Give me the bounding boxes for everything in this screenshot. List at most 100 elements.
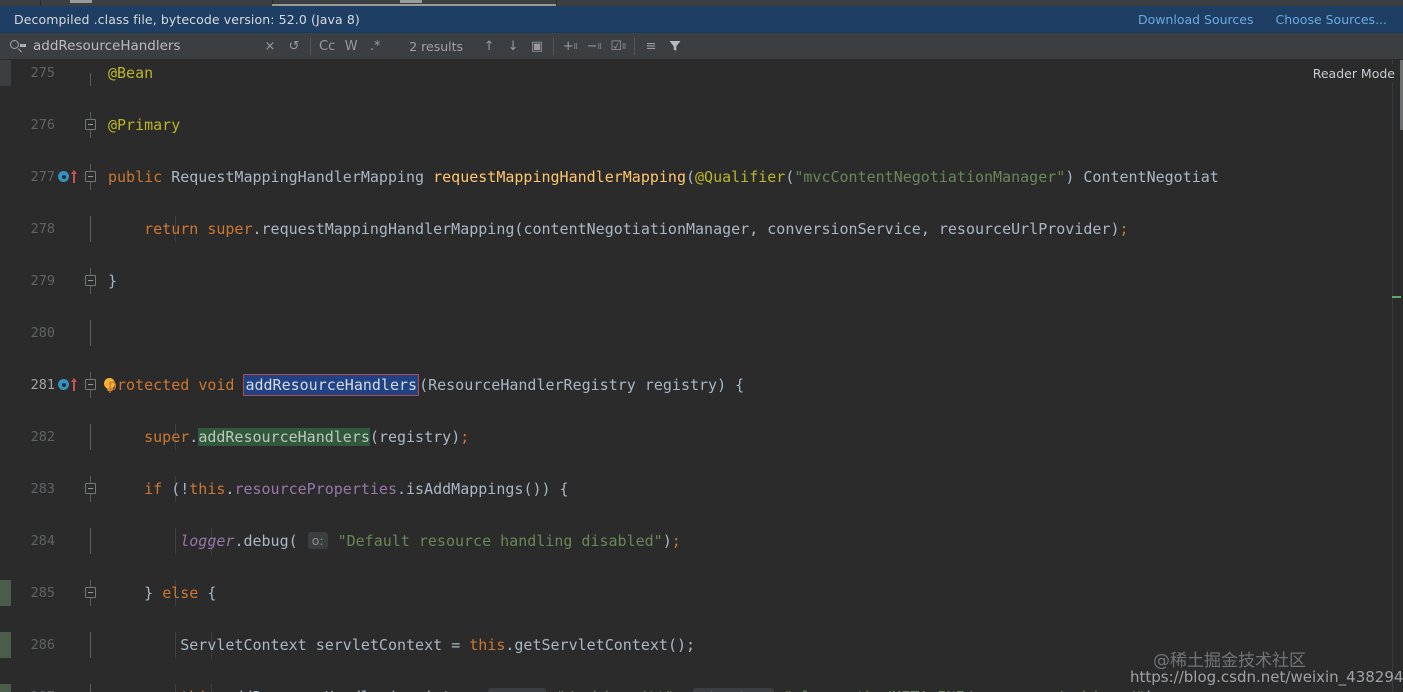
add-occurrence-icon[interactable]: + II bbox=[558, 33, 582, 60]
remove-occurrence-icon[interactable]: − II bbox=[582, 33, 606, 60]
change-marker[interactable] bbox=[0, 632, 11, 658]
line-number: 281 bbox=[30, 377, 55, 393]
select-all-carets-glyph: ☑ bbox=[610, 38, 623, 54]
line-number: 279 bbox=[30, 273, 55, 289]
code-editor[interactable]: 275 @Bean 276 @Primary 277 public Reques… bbox=[0, 60, 1403, 692]
search-match-other[interactable]: addResourceHandlers bbox=[198, 428, 370, 446]
whole-words-toggle[interactable]: W bbox=[339, 33, 363, 60]
gutter-icons bbox=[57, 372, 107, 398]
code-text-282: super.addResourceHandlers(registry); bbox=[144, 428, 470, 446]
notification-message: Decompiled .class file, bytecode version… bbox=[14, 11, 360, 27]
remove-occurrence-glyph: − bbox=[586, 38, 598, 54]
decompiled-notification-bar: Decompiled .class file, bytecode version… bbox=[0, 6, 1403, 33]
add-occurrence-glyph: + bbox=[562, 38, 574, 54]
notification-actions: Download Sources Choose Sources... bbox=[1138, 12, 1387, 27]
code-text-281: protected void addResourceHandlers (Resou… bbox=[108, 374, 745, 396]
change-marker[interactable] bbox=[0, 684, 11, 692]
code-text-277: public RequestMappingHandlerMapping requ… bbox=[108, 168, 1219, 186]
find-next-icon[interactable]: ↓ bbox=[501, 33, 525, 60]
code-text-275: @Bean bbox=[108, 60, 153, 86]
gutter-icons bbox=[57, 60, 107, 86]
search-field-wrapper[interactable] bbox=[10, 33, 258, 60]
filter-scope-icon[interactable]: ≡ bbox=[639, 33, 663, 60]
code-line-275: 275 @Bean bbox=[0, 60, 1403, 86]
code-line-286: 286 ServletContext servletContext = this… bbox=[0, 632, 1403, 658]
code-line-284: 284 logger.debug( o: "Default resource h… bbox=[0, 528, 1403, 554]
fold-column[interactable] bbox=[83, 216, 99, 242]
code-line-283: 283 if (!this.resourceProperties.isAddMa… bbox=[0, 476, 1403, 502]
match-case-toggle[interactable]: Cc bbox=[315, 33, 339, 60]
tab-nub bbox=[400, 0, 422, 3]
choose-sources-link[interactable]: Choose Sources... bbox=[1276, 12, 1388, 27]
reader-mode-label[interactable]: Reader Mode bbox=[1304, 64, 1399, 83]
line-number: 285 bbox=[30, 585, 55, 601]
search-input[interactable] bbox=[33, 38, 228, 54]
code-text-279: } bbox=[108, 268, 117, 294]
code-line-278: 278 return super.requestMappingHandlerMa… bbox=[0, 216, 1403, 242]
inlay-hint-locations: …locations: bbox=[692, 688, 774, 692]
select-all-carets-icon[interactable]: ☑ II bbox=[606, 33, 630, 60]
search-icon[interactable] bbox=[10, 39, 26, 54]
line-number: 275 bbox=[30, 65, 55, 81]
fold-column[interactable] bbox=[83, 372, 99, 398]
fold-column[interactable] bbox=[83, 424, 99, 450]
idea-editor-window: Decompiled .class file, bytecode version… bbox=[0, 0, 1403, 692]
code-line-287: 287 this.addResourceHandler(registry, pa… bbox=[0, 684, 1403, 692]
inlay-hint-pattern: pattern: bbox=[488, 688, 547, 692]
line-number: 284 bbox=[30, 533, 55, 549]
toolbar-divider bbox=[310, 37, 311, 55]
fold-column[interactable] bbox=[83, 580, 99, 606]
method-override-icon[interactable] bbox=[58, 378, 84, 392]
annotation-primary: @Primary bbox=[108, 116, 181, 134]
toolbar-divider bbox=[634, 37, 636, 55]
search-match-selected[interactable]: addResourceHandlers bbox=[243, 374, 420, 396]
fold-column[interactable] bbox=[83, 632, 99, 658]
fold-column[interactable] bbox=[83, 684, 99, 692]
line-number: 282 bbox=[30, 429, 55, 445]
download-sources-link[interactable]: Download Sources bbox=[1138, 12, 1254, 27]
line-number: 277 bbox=[30, 169, 55, 185]
fold-column[interactable] bbox=[83, 320, 99, 346]
code-text-278: return super.requestMappingHandlerMappin… bbox=[144, 220, 1129, 238]
clear-search-icon[interactable]: × bbox=[258, 33, 282, 60]
fold-column[interactable] bbox=[83, 60, 99, 86]
scrollbar-marker-match[interactable] bbox=[1392, 296, 1401, 298]
fold-column[interactable] bbox=[83, 528, 99, 554]
code-text-283: if (!this.resourceProperties.isAddMappin… bbox=[144, 480, 569, 498]
code-text-285: } else { bbox=[144, 584, 217, 602]
results-count: 2 results bbox=[409, 38, 464, 54]
change-marker[interactable] bbox=[0, 580, 11, 606]
code-text-287: this.addResourceHandler(registry, patter… bbox=[108, 684, 1163, 692]
code-line-280: 280 bbox=[0, 320, 1403, 346]
method-override-icon[interactable] bbox=[58, 170, 84, 184]
filter-icon[interactable] bbox=[663, 33, 687, 60]
annotation-bean: @Bean bbox=[108, 64, 154, 82]
code-line-276: 276 @Primary bbox=[0, 112, 1403, 138]
change-marker[interactable] bbox=[0, 60, 11, 86]
gutter-icons bbox=[57, 164, 107, 190]
code-text-286: ServletContext servletContext = this.get… bbox=[180, 636, 696, 654]
fold-column[interactable] bbox=[83, 164, 99, 190]
fold-column[interactable] bbox=[83, 268, 99, 294]
select-all-occurrences-icon[interactable]: ▣ bbox=[525, 33, 549, 60]
fold-column[interactable] bbox=[83, 112, 99, 138]
line-number: 283 bbox=[30, 481, 55, 497]
search-history-icon[interactable]: ↺ bbox=[282, 33, 306, 60]
line-number: 286 bbox=[30, 637, 55, 653]
find-toolbar: × ↺ Cc W .* 2 results ↑ ↓ ▣ +II −II ☑II … bbox=[0, 33, 1403, 60]
inlay-hint-o: o: bbox=[307, 532, 328, 549]
line-number: 287 bbox=[11, 684, 55, 692]
code-line-281: 281 protected void addResourceHandlers (R… bbox=[0, 372, 1403, 398]
regex-toggle[interactable]: .* bbox=[363, 33, 387, 60]
tab-nub bbox=[70, 0, 92, 3]
line-number: 280 bbox=[30, 325, 55, 341]
code-line-279: 279 } bbox=[0, 268, 1403, 294]
code-line-277: 277 public RequestMappingHandlerMapping … bbox=[0, 164, 1403, 190]
line-number: 278 bbox=[30, 221, 55, 237]
code-text-284: logger.debug( o: "Default resource handl… bbox=[180, 532, 681, 550]
code-line-282: 282 super.addResourceHandlers(registry); bbox=[0, 424, 1403, 450]
find-previous-icon[interactable]: ↑ bbox=[477, 33, 501, 60]
line-number: 276 bbox=[30, 117, 55, 133]
fold-column[interactable] bbox=[83, 476, 99, 502]
closing-brace: } bbox=[108, 272, 118, 290]
